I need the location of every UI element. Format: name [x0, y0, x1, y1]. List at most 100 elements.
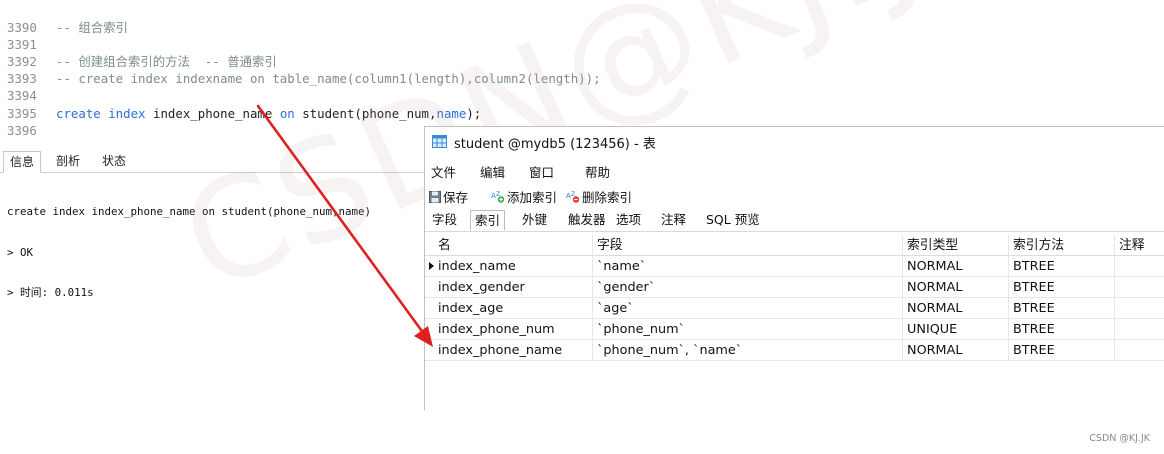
line-number: 3394	[7, 88, 37, 104]
sql-editor[interactable]: 3390 -- 组合索引 3391 3392 -- 创建组合索引的方法 -- 普通索引 3…	[0, 0, 1164, 146]
line-number: 3390	[7, 20, 37, 35]
index-row[interactable]: index_gender `gender` NORMAL BTREE	[425, 277, 1164, 298]
index-comment-cell[interactable]	[1115, 340, 1164, 361]
index-name-cell[interactable]: index_gender	[425, 277, 593, 298]
editor-line[interactable]: 3393 -- create index indexname on table_n…	[0, 70, 760, 87]
editor-line[interactable]: 3395 create index index_phone_name on stu…	[0, 105, 760, 122]
toolbar: 保存 A Z 添加索引 A Z 删除索引	[425, 184, 1164, 206]
result-output: create index index_phone_name on student…	[7, 178, 371, 327]
result-line: > OK	[7, 245, 34, 259]
index-name-cell[interactable]: index_age	[425, 298, 593, 319]
menu-edit[interactable]: 编辑	[480, 162, 505, 181]
code-keyword: create index	[56, 105, 153, 121]
result-line: create index index_phone_name on student…	[7, 205, 372, 218]
index-method-cell[interactable]: BTREE	[1009, 277, 1115, 298]
index-comment-cell[interactable]	[1115, 256, 1164, 277]
code-comment: -- 组合索引	[56, 20, 128, 35]
tab-foreign-keys[interactable]: 外键	[518, 210, 551, 231]
index-fields-cell[interactable]: `phone_num`, `name`	[593, 340, 903, 361]
delete-index-label: 删除索引	[582, 190, 633, 205]
code-text: -- create index indexname on table_name(…	[56, 70, 601, 87]
tab-comment[interactable]: 注释	[657, 210, 690, 231]
line-number: 3393	[7, 71, 37, 87]
index-method-cell[interactable]: BTREE	[1009, 298, 1115, 319]
header-comment: 注释	[1119, 238, 1145, 253]
header-fields: 字段	[593, 235, 903, 256]
code-keyword: on	[279, 105, 303, 121]
save-icon	[429, 190, 441, 203]
window-title: student @mydb5 (123456) - 表	[454, 137, 656, 152]
design-tabs: 字段 索引 外键 触发器 选项 注释 SQL 预览	[425, 208, 1164, 232]
editor-line-partial	[0, 2, 760, 19]
index-name-cell[interactable]: index_phone_num	[425, 319, 593, 340]
menu-help[interactable]: 帮助	[585, 162, 610, 181]
index-method-cell[interactable]: BTREE	[1009, 256, 1115, 277]
index-type-cell[interactable]: UNIQUE	[903, 319, 1009, 340]
save-label: 保存	[443, 190, 469, 205]
code-keyword: name	[436, 105, 467, 121]
result-line: > 时间: 0.011s	[7, 286, 94, 299]
delete-index-icon: A Z	[566, 191, 580, 203]
index-row[interactable]: index_phone_num `phone_num` UNIQUE BTREE	[425, 319, 1164, 340]
grid-header-row: 名字段 索引类型 索引方法 注释	[425, 235, 1164, 256]
index-fields-cell[interactable]: `age`	[593, 298, 903, 319]
tab-profile[interactable]: 剖析	[50, 151, 86, 173]
tab-triggers[interactable]: 触发器	[564, 210, 610, 231]
save-button[interactable]: 保存	[429, 187, 468, 206]
editor-line[interactable]: 3394	[0, 87, 760, 104]
line-number: 3391	[7, 37, 37, 53]
menu-window[interactable]: 窗口	[529, 162, 554, 181]
index-name-cell[interactable]: index_phone_name	[425, 340, 593, 361]
code-comment: -- create index indexname on table_name(…	[56, 71, 601, 87]
add-index-icon: A Z	[491, 191, 505, 203]
code-identifier: index_phone_name	[152, 105, 280, 121]
code-identifier: student(phone_num,	[302, 105, 437, 121]
add-index-button[interactable]: A Z 添加索引	[491, 187, 557, 206]
line-number: 3395	[7, 105, 37, 121]
tab-indexes[interactable]: 索引	[470, 210, 506, 231]
code-comment: -- 创建组合索引的方法 -- 普通索引	[56, 54, 277, 70]
tab-fields[interactable]: 字段	[428, 210, 461, 231]
table-icon	[432, 135, 447, 148]
index-comment-cell[interactable]	[1115, 277, 1164, 298]
editor-line[interactable]: 3390 -- 组合索引	[0, 19, 760, 36]
index-type-cell[interactable]: NORMAL	[903, 256, 1009, 277]
index-type-cell[interactable]: NORMAL	[903, 277, 1009, 298]
index-row[interactable]: index_phone_name `phone_num`, `name` NORMA…	[425, 340, 1164, 361]
index-fields-cell[interactable]: `gender`	[593, 277, 903, 298]
add-index-label: 添加索引	[507, 190, 558, 205]
line-number: 3392	[7, 54, 37, 70]
editor-line[interactable]: 3391	[0, 36, 760, 53]
result-panel: 信息 剖析 状态 create index index_phone_name o…	[0, 146, 425, 446]
tab-info[interactable]: 信息	[3, 151, 42, 173]
menu-file[interactable]: 文件	[431, 162, 456, 181]
table-design-window: student @mydb5 (123456) - 表 文件 编辑 窗口 帮助 …	[424, 126, 1164, 410]
index-row[interactable]: index_age `age` NORMAL BTREE	[425, 298, 1164, 319]
code-text: create index index_phone_name on student…	[56, 105, 481, 122]
menu-bar: 文件 编辑 窗口 帮助	[425, 159, 1164, 181]
editor-line[interactable]: 3392 -- 创建组合索引的方法 -- 普通索引	[0, 53, 760, 70]
code-text: -- 组合索引	[56, 19, 128, 36]
header-name: 名	[425, 235, 593, 256]
tab-options[interactable]: 选项	[612, 210, 645, 231]
index-type-cell[interactable]: NORMAL	[903, 298, 1009, 319]
line-number: 3396	[7, 122, 37, 138]
header-index-type: 索引类型	[903, 235, 1009, 256]
result-tabs: 信息 剖析 状态	[0, 151, 425, 173]
index-method-cell[interactable]: BTREE	[1009, 340, 1115, 361]
window-title-bar: student @mydb5 (123456) - 表	[425, 127, 1164, 157]
header-index-method: 索引方法	[1009, 235, 1115, 256]
tab-sql-preview[interactable]: SQL 预览	[702, 210, 764, 231]
footer-credit: CSDN @KJ.JK	[1089, 433, 1150, 444]
index-comment-cell[interactable]	[1115, 298, 1164, 319]
index-row[interactable]: index_name `name` NORMAL BTREE	[425, 256, 1164, 277]
index-type-cell[interactable]: NORMAL	[903, 340, 1009, 361]
delete-index-button[interactable]: A Z 删除索引	[566, 187, 632, 206]
index-fields-cell[interactable]: `name`	[593, 256, 903, 277]
index-name-cell[interactable]: index_name	[425, 256, 593, 277]
tab-status[interactable]: 状态	[96, 151, 132, 173]
index-comment-cell[interactable]	[1115, 319, 1164, 340]
index-fields-cell[interactable]: `phone_num`	[593, 319, 903, 340]
code-identifier: );	[466, 105, 482, 121]
index-method-cell[interactable]: BTREE	[1009, 319, 1115, 340]
